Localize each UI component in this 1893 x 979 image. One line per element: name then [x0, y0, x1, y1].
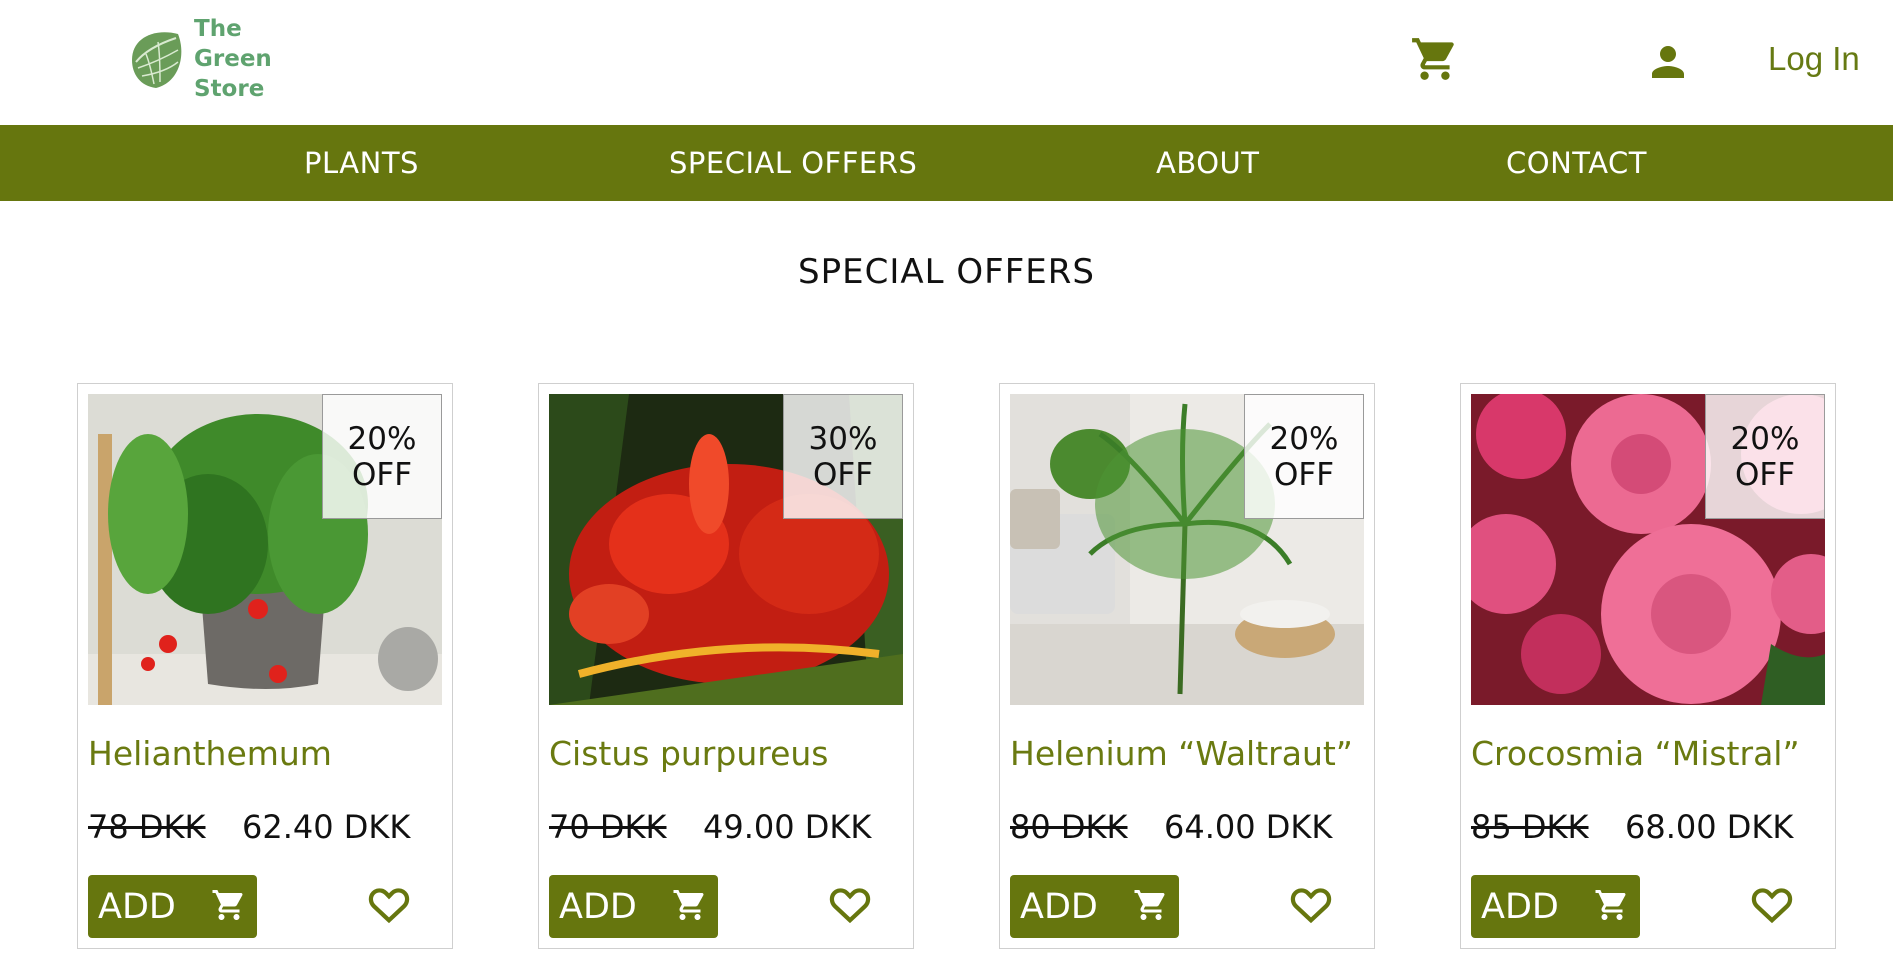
discount-badge: 30% OFF — [783, 394, 903, 519]
heart-icon[interactable] — [365, 881, 413, 927]
discount-percent: 20% — [1269, 420, 1339, 457]
old-price: 78 DKK — [88, 808, 206, 846]
add-to-cart-button[interactable]: ADD — [88, 875, 257, 938]
add-label: ADD — [1481, 886, 1559, 927]
site-header: The Green Store Log In — [0, 0, 1893, 125]
new-price: 49.00 DKK — [703, 808, 872, 846]
nav-item-special-offers[interactable]: SPECIAL OFFERS — [669, 146, 917, 180]
main-nav: PLANTS SPECIAL OFFERS ABOUT CONTACT — [0, 125, 1893, 201]
discount-word: OFF — [1734, 456, 1796, 493]
logo-line: Green — [194, 46, 272, 72]
discount-word: OFF — [351, 456, 413, 493]
old-price: 85 DKK — [1471, 808, 1589, 846]
old-price: 80 DKK — [1010, 808, 1128, 846]
product-name[interactable]: Crocosmia “Mistral” — [1471, 734, 1800, 773]
leaf-icon — [132, 32, 182, 88]
cart-icon — [212, 890, 243, 920]
product-card: 20% OFF Helenium “Waltraut” 80 DKK 64.00… — [999, 383, 1375, 949]
discount-badge: 20% OFF — [1244, 394, 1364, 519]
new-price: 62.40 DKK — [242, 808, 411, 846]
discount-badge: 20% OFF — [1705, 394, 1825, 519]
product-image[interactable]: 30% OFF — [549, 394, 903, 705]
product-name[interactable]: Helenium “Waltraut” — [1010, 734, 1353, 773]
heart-icon[interactable] — [1287, 881, 1335, 927]
nav-item-contact[interactable]: CONTACT — [1506, 146, 1647, 180]
login-link[interactable]: Log In — [1768, 40, 1860, 78]
product-card: 20% OFF Crocosmia “Mistral” 85 DKK 68.00… — [1460, 383, 1836, 949]
nav-item-about[interactable]: ABOUT — [1156, 146, 1260, 180]
heart-icon[interactable] — [1748, 881, 1796, 927]
product-name[interactable]: Cistus purpureus — [549, 734, 829, 773]
product-card: 20% OFF Helianthemum 78 DKK 62.40 DKK AD… — [77, 383, 453, 949]
cart-icon — [1134, 890, 1165, 920]
add-to-cart-button[interactable]: ADD — [549, 875, 718, 938]
discount-word: OFF — [1273, 456, 1335, 493]
logo[interactable]: The Green Store — [124, 14, 272, 104]
add-label: ADD — [98, 886, 176, 927]
discount-percent: 20% — [347, 420, 417, 457]
logo-line: The — [194, 16, 242, 42]
page-title: SPECIAL OFFERS — [798, 252, 1095, 292]
logo-line: Store — [194, 76, 265, 102]
add-label: ADD — [1020, 886, 1098, 927]
discount-word: OFF — [812, 456, 874, 493]
add-label: ADD — [559, 886, 637, 927]
add-to-cart-button[interactable]: ADD — [1010, 875, 1179, 938]
product-card: 30% OFF Cistus purpureus 70 DKK 49.00 DK… — [538, 383, 914, 949]
cart-icon — [673, 890, 704, 920]
discount-percent: 30% — [808, 420, 878, 457]
user-icon[interactable] — [1644, 38, 1692, 86]
product-name[interactable]: Helianthemum — [88, 734, 332, 773]
cart-icon — [1595, 890, 1626, 920]
heart-icon[interactable] — [826, 881, 874, 927]
nav-item-plants[interactable]: PLANTS — [304, 146, 419, 180]
product-image[interactable]: 20% OFF — [1010, 394, 1364, 705]
add-to-cart-button[interactable]: ADD — [1471, 875, 1640, 938]
logo-text: The Green Store — [194, 14, 272, 104]
product-image[interactable]: 20% OFF — [88, 394, 442, 705]
product-image[interactable]: 20% OFF — [1471, 394, 1825, 705]
new-price: 68.00 DKK — [1625, 808, 1794, 846]
discount-badge: 20% OFF — [322, 394, 442, 519]
discount-percent: 20% — [1730, 420, 1800, 457]
cart-icon[interactable] — [1410, 34, 1460, 84]
old-price: 70 DKK — [549, 808, 667, 846]
new-price: 64.00 DKK — [1164, 808, 1333, 846]
